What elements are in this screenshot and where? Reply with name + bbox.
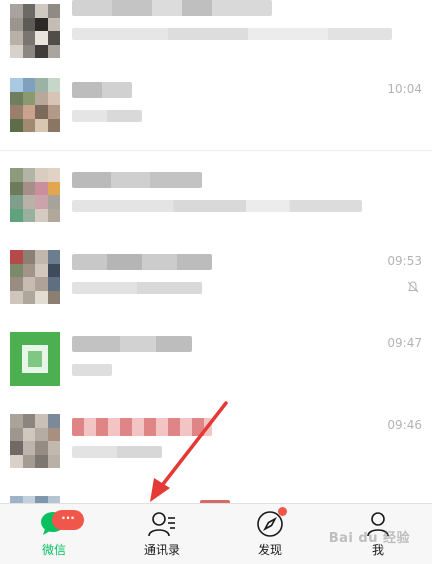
wechat-chat-list-screen: 10:04 09:53 09:47 09:46 ··· 微信 通讯录 发现 我 … <box>0 0 432 564</box>
tab-discover[interactable]: 发现 <box>216 504 324 564</box>
baidu-jingyan-watermark: Bai du 经验 <box>328 531 410 546</box>
chat-name-blurred <box>72 0 272 16</box>
chat-time: 09:47 <box>387 336 422 350</box>
chat-list-item[interactable]: 09:53 <box>0 240 432 323</box>
avatar <box>10 168 60 222</box>
chat-time: 09:53 <box>387 254 422 268</box>
tab-label: 通讯录 <box>143 543 180 557</box>
chat-list-item[interactable]: 10:04 <box>0 68 432 151</box>
chat-list-item[interactable]: 09:46 <box>0 404 432 487</box>
chat-list-item[interactable] <box>0 0 432 69</box>
avatar <box>10 332 60 386</box>
chat-name-blurred <box>72 172 202 188</box>
chat-preview-blurred <box>72 446 162 458</box>
chat-name-blurred <box>72 254 212 270</box>
unread-badge: ··· <box>52 510 84 530</box>
tab-chats[interactable]: ··· 微信 <box>0 504 108 564</box>
mute-bell-icon <box>407 281 419 293</box>
chat-name-blurred <box>72 418 212 436</box>
chat-preview-blurred <box>72 28 392 40</box>
chat-preview-blurred <box>72 282 202 294</box>
chat-preview-blurred <box>72 200 362 212</box>
chat-preview-blurred <box>72 110 142 122</box>
tab-label: 发现 <box>257 543 282 557</box>
chat-time: 09:46 <box>387 418 422 432</box>
avatar <box>10 250 60 304</box>
tab-label: 微信 <box>41 543 66 557</box>
compass-icon <box>255 507 287 539</box>
avatar <box>10 414 60 468</box>
chat-list-item[interactable] <box>0 158 432 241</box>
avatar <box>10 78 60 132</box>
chat-preview-blurred <box>72 364 112 376</box>
chat-name-blurred <box>72 336 192 352</box>
contacts-icon <box>147 509 177 539</box>
new-dot-badge <box>278 507 287 516</box>
chat-name-blurred <box>72 82 132 98</box>
tab-contacts[interactable]: 通讯录 <box>108 504 216 564</box>
avatar <box>10 4 60 58</box>
chat-time: 10:04 <box>387 82 422 96</box>
chat-list-item[interactable]: 09:47 <box>0 322 432 405</box>
